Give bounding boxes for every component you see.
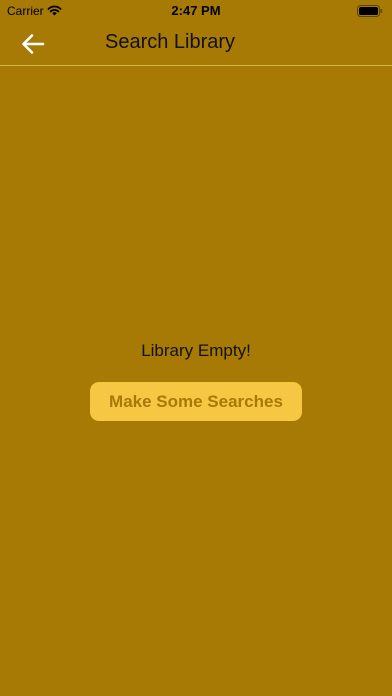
status-time: 2:47 PM [171,3,221,18]
page-title: Search Library [105,31,236,53]
status-bar: Carrier 2:47 PM [0,0,392,22]
back-button[interactable] [14,28,52,60]
battery-icon [357,5,383,17]
navigation-bar: Search Library [0,22,392,66]
back-arrow-icon [22,34,45,54]
screen: Carrier 2:47 PM Search Library Library E… [0,0,392,696]
make-some-searches-button[interactable]: Make Some Searches [90,382,302,421]
nav-divider [0,65,392,66]
empty-state-message: Library Empty! [141,341,251,360]
